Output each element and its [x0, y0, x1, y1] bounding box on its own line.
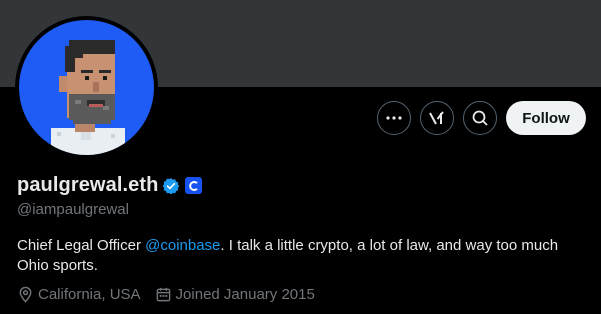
name-row: paulgrewal.eth — [17, 174, 203, 197]
verified-badge-icon[interactable] — [162, 177, 180, 195]
location-pin-icon — [19, 286, 32, 303]
display-name: paulgrewal.eth — [17, 174, 159, 196]
search-icon — [472, 110, 488, 126]
username-handle: @iampaulgrewal — [17, 201, 129, 218]
joined-item: Joined January 2015 — [155, 286, 315, 303]
grok-icon — [429, 111, 444, 125]
calendar-icon — [156, 287, 170, 302]
more-icon — [386, 116, 402, 120]
grok-button[interactable] — [420, 101, 454, 135]
search-button[interactable] — [463, 101, 497, 135]
affiliate-badge-icon[interactable] — [185, 177, 203, 194]
bio-text-start: Chief Legal Officer — [17, 237, 146, 254]
profile-meta: California, USA Joined January 2015 — [17, 286, 329, 303]
joined-text: Joined January 2015 — [175, 286, 315, 303]
avatar[interactable] — [15, 16, 158, 159]
follow-button[interactable]: Follow — [506, 101, 586, 135]
more-button[interactable] — [377, 101, 411, 135]
bio-mention-link[interactable]: @coinbase — [145, 237, 220, 254]
profile-actions: Follow — [377, 101, 586, 135]
bio: Chief Legal Officer @coinbase. I talk a … — [17, 236, 587, 276]
pixel-avatar-image — [51, 40, 125, 155]
location-item: California, USA — [17, 286, 141, 303]
location-text: California, USA — [38, 286, 141, 303]
